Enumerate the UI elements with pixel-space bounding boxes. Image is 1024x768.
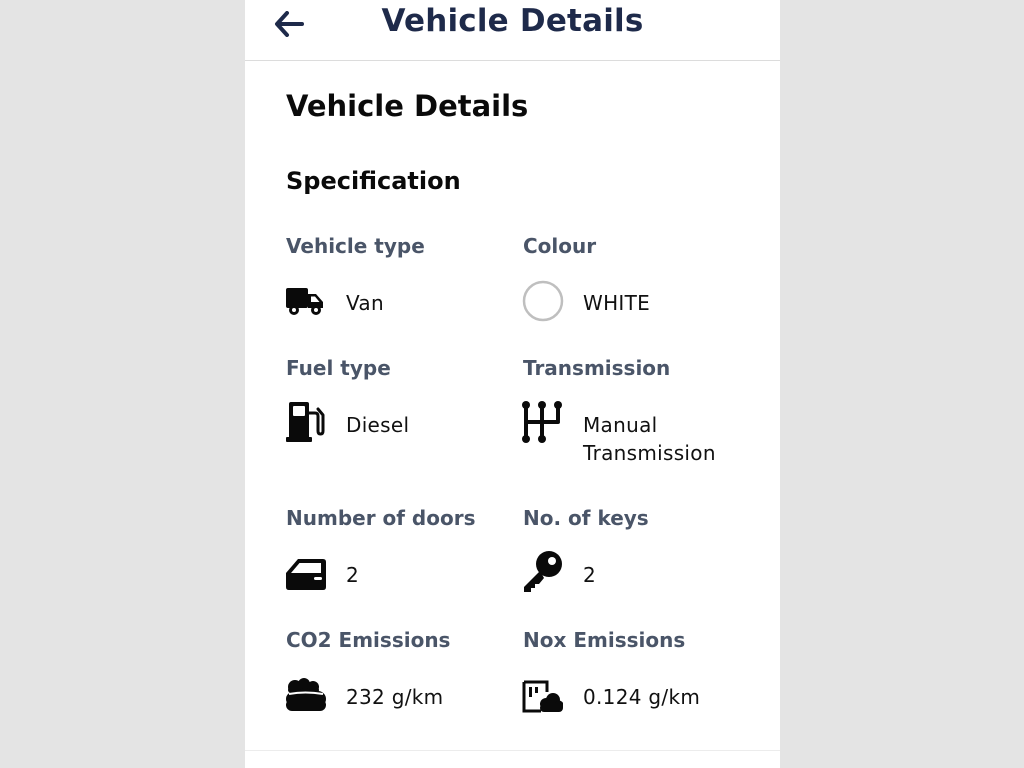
top-navigation-bar: Vehicle Details xyxy=(245,0,780,61)
transmission-label: Transmission xyxy=(523,356,671,380)
colour-value: WHITE xyxy=(583,291,651,315)
page-title: Vehicle Details xyxy=(286,89,529,123)
colour-swatch-icon xyxy=(521,279,565,323)
smog-cloud-icon xyxy=(285,673,329,717)
co2-emissions-value: 232 g/km xyxy=(346,685,444,709)
colour-label: Colour xyxy=(523,234,597,258)
fuel-type-label: Fuel type xyxy=(286,356,391,380)
fuel-type-value: Diesel xyxy=(346,413,410,437)
transmission-value-line1: Manual xyxy=(583,413,658,437)
gear-shift-icon xyxy=(521,400,565,444)
keys-label: No. of keys xyxy=(523,506,649,530)
fuel-pump-icon xyxy=(285,400,329,444)
co2-emissions-label: CO2 Emissions xyxy=(286,628,451,652)
car-door-icon xyxy=(285,552,329,596)
transmission-value-line2: Transmission xyxy=(583,441,716,465)
bottom-divider xyxy=(245,750,780,751)
emission-meter-icon xyxy=(521,674,565,718)
doors-label: Number of doors xyxy=(286,506,476,530)
nox-emissions-label: Nox Emissions xyxy=(523,628,686,652)
vehicle-type-label: Vehicle type xyxy=(286,234,425,258)
nox-emissions-value: 0.124 g/km xyxy=(583,685,701,709)
keys-value: 2 xyxy=(583,563,597,587)
vehicle-details-screen: Vehicle Details Vehicle Details Specific… xyxy=(245,0,780,768)
section-title-specification: Specification xyxy=(286,167,461,195)
doors-value: 2 xyxy=(346,563,360,587)
key-icon xyxy=(521,550,565,594)
header-title: Vehicle Details xyxy=(381,3,644,39)
vehicle-type-value: Van xyxy=(346,291,384,315)
van-icon xyxy=(285,279,329,323)
